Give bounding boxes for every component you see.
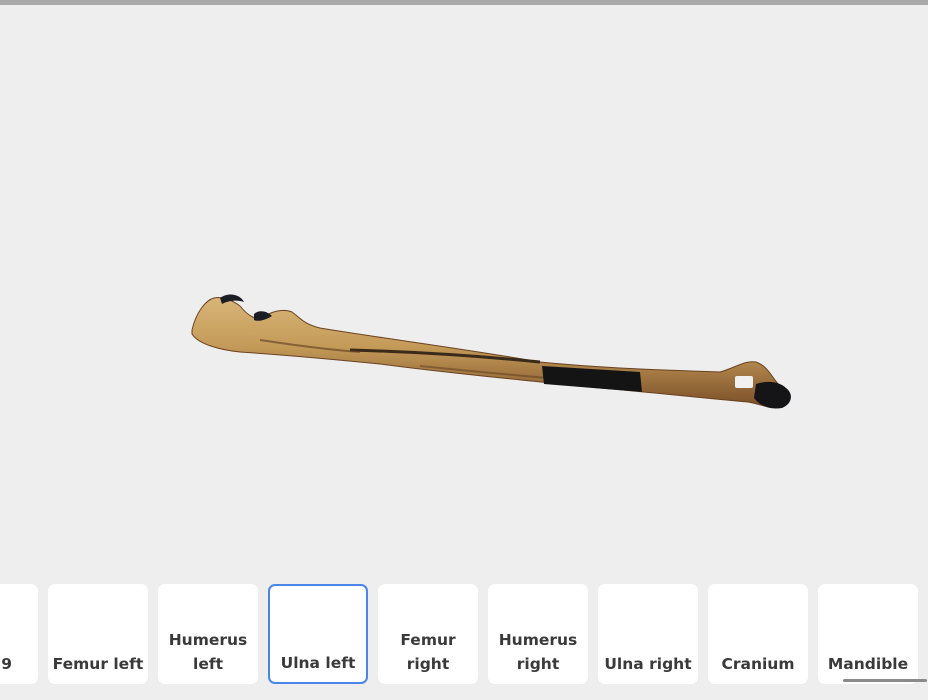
model-card-humerus-left[interactable]: Humerus left <box>158 584 258 684</box>
model-card-ulna-right[interactable]: Ulna right <box>598 584 698 684</box>
model-card-mandible[interactable]: Mandible <box>818 584 918 684</box>
model-card-label: Femur right <box>400 631 456 673</box>
model-thumbnail-strip[interactable]: 9 Femur left Humerus left Ulna left Femu… <box>0 584 928 684</box>
model-card-cranium[interactable]: Cranium <box>708 584 808 684</box>
model-card-label: Cranium <box>721 655 795 673</box>
model-viewer[interactable] <box>0 5 928 580</box>
model-card-label: 9 <box>1 655 12 673</box>
model-card-label: Humerus right <box>498 631 578 673</box>
model-card-femur-left[interactable]: Femur left <box>48 584 148 684</box>
model-card-ulna-left[interactable]: Ulna left <box>268 584 368 684</box>
model-card-label: Humerus left <box>168 631 248 673</box>
model-card-label: Femur left <box>52 655 144 673</box>
model-card-femur-right[interactable]: Femur right <box>378 584 478 684</box>
horizontal-scrollbar[interactable] <box>843 679 927 682</box>
ulna-bone-model <box>191 294 791 409</box>
model-card-label: Ulna right <box>604 655 692 673</box>
model-card-label: Ulna left <box>280 654 356 672</box>
model-card-humerus-right[interactable]: Humerus right <box>488 584 588 684</box>
model-card[interactable]: 9 <box>0 584 38 684</box>
